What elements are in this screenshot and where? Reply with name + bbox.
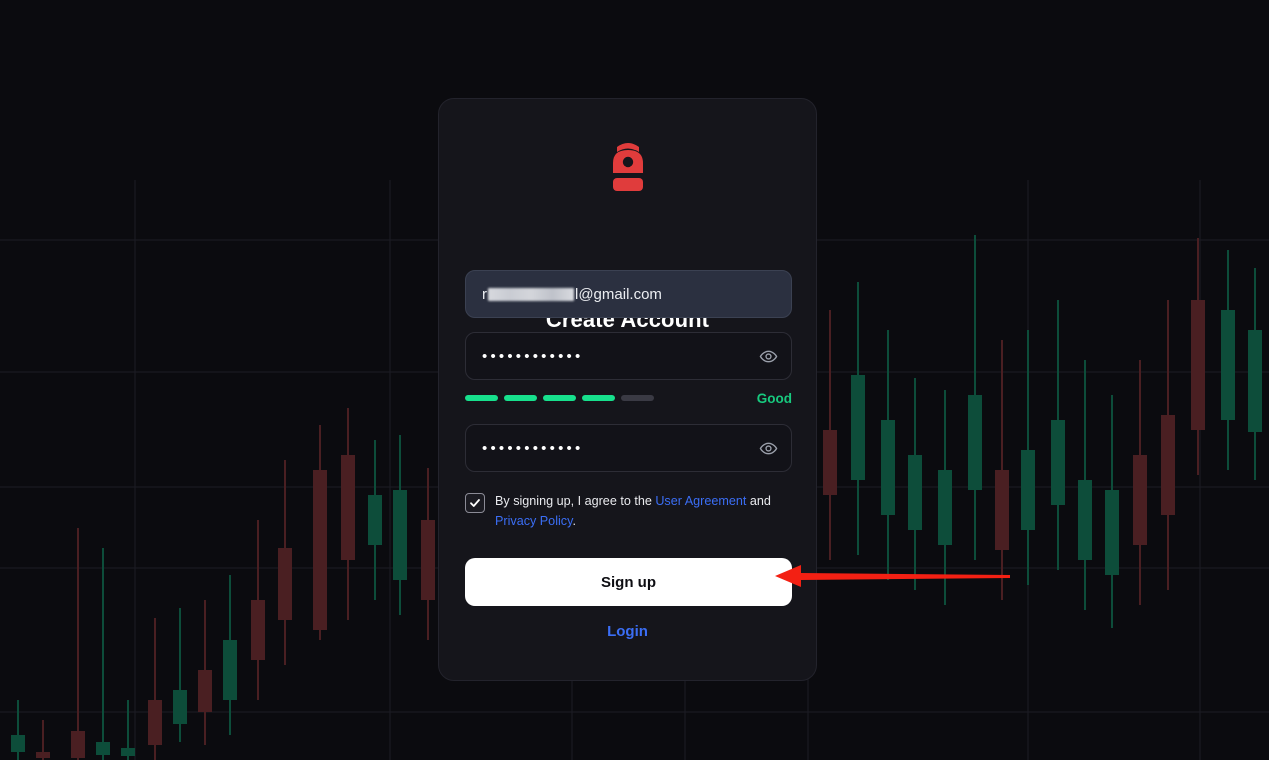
candle-8 — [198, 670, 212, 712]
strength-bar-4 — [582, 395, 615, 401]
candle-40 — [1105, 490, 1119, 575]
candle-31 — [851, 375, 865, 480]
password-strength-label: Good — [756, 390, 792, 406]
password-strength-meter: Good — [465, 390, 792, 406]
candle-36 — [995, 470, 1009, 550]
candle-44 — [1221, 310, 1235, 420]
brand-logo-wrap — [439, 137, 816, 195]
password-field[interactable]: •••••••••••• — [465, 332, 792, 380]
password-value: •••••••••••• — [466, 349, 745, 364]
candle-10 — [251, 600, 265, 660]
email-value-suffix: l@gmail.com — [575, 285, 662, 303]
eye-icon — [759, 350, 777, 362]
candle-4 — [96, 742, 110, 755]
candle-16 — [421, 520, 435, 600]
terms-text-part-3: . — [572, 513, 576, 528]
candle-5 — [121, 748, 135, 756]
password-masked-text: •••••••••••• — [482, 348, 584, 364]
terms-agreement-row: By signing up, I agree to the User Agree… — [465, 492, 785, 531]
confirm-password-field[interactable]: •••••••••••• — [465, 424, 792, 472]
email-value: r l@gmail.com — [466, 286, 791, 303]
candle-38 — [1051, 420, 1065, 505]
terms-text-part-2: and — [746, 494, 771, 508]
email-redaction-block — [488, 287, 574, 301]
privacy-policy-link[interactable]: Privacy Policy — [495, 514, 572, 528]
candle-1 — [11, 735, 25, 752]
terms-checkbox[interactable] — [465, 493, 485, 513]
candle-39 — [1078, 480, 1092, 560]
candle-9 — [223, 640, 237, 700]
create-account-card: Create Account r l@gmail.com ••••••••••••… — [438, 98, 817, 681]
candle-14 — [368, 495, 382, 545]
candle-33 — [908, 455, 922, 530]
candle-42 — [1161, 415, 1175, 515]
confirm-password-value: •••••••••••• — [466, 441, 745, 456]
candle-30 — [823, 430, 837, 495]
signup-screen: Create Account r l@gmail.com ••••••••••••… — [0, 0, 1269, 760]
candle-13 — [341, 455, 355, 560]
eye-icon — [759, 442, 777, 454]
candle-15 — [393, 490, 407, 580]
backpack-logo-icon — [612, 143, 643, 191]
candle-41 — [1133, 455, 1147, 545]
confirm-password-visibility-toggle[interactable] — [745, 425, 791, 471]
candle-34 — [938, 470, 952, 545]
candle-35 — [968, 395, 982, 490]
email-value-prefix: r — [482, 285, 487, 303]
candle-2 — [36, 752, 50, 758]
strength-bar-5 — [621, 395, 654, 401]
candle-45 — [1248, 330, 1262, 432]
strength-bar-1 — [465, 395, 498, 401]
terms-text-part-1: By signing up, I agree to the — [495, 494, 656, 508]
strength-bar-2 — [504, 395, 537, 401]
candle-11 — [278, 548, 292, 620]
candle-6 — [148, 700, 162, 745]
strength-bar-3 — [543, 395, 576, 401]
candle-43 — [1191, 300, 1205, 430]
password-visibility-toggle[interactable] — [745, 333, 791, 379]
candle-32 — [881, 420, 895, 515]
candle-3 — [71, 731, 85, 758]
candle-7 — [173, 690, 187, 724]
terms-text: By signing up, I agree to the User Agree… — [495, 492, 785, 531]
email-field[interactable]: r l@gmail.com — [465, 270, 792, 318]
login-link[interactable]: Login — [439, 623, 816, 640]
checkmark-icon — [470, 499, 480, 507]
candle-37 — [1021, 450, 1035, 530]
signup-button[interactable]: Sign up — [465, 558, 792, 606]
user-agreement-link[interactable]: User Agreement — [655, 494, 746, 508]
confirm-password-masked-text: •••••••••••• — [482, 440, 584, 456]
password-strength-bars — [465, 395, 654, 401]
candle-12 — [313, 470, 327, 630]
